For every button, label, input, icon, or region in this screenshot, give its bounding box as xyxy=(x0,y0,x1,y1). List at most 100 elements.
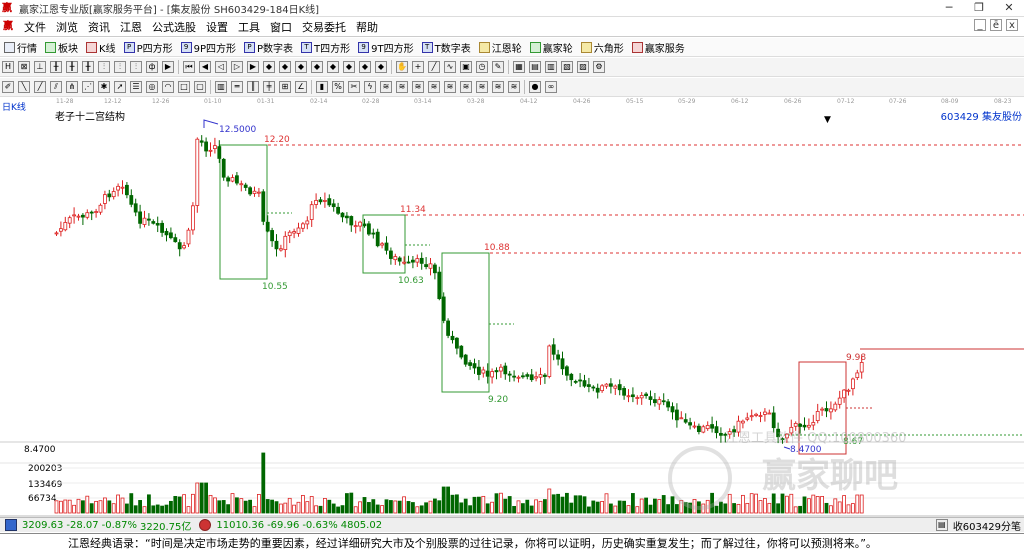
menu-window[interactable]: 窗口 xyxy=(265,18,297,37)
arrow-icon[interactable]: ➚ xyxy=(114,81,126,93)
diamond2-icon[interactable]: ◆ xyxy=(279,61,291,73)
scissor-icon[interactable]: ✂ xyxy=(348,81,360,93)
run-icon[interactable]: ⚙ xyxy=(593,61,605,73)
period-icon[interactable]: H xyxy=(2,61,14,73)
bars2-icon[interactable]: ⫶ xyxy=(114,61,126,73)
winner-wheel-button[interactable]: 赢家轮 xyxy=(526,40,577,55)
diamond1-icon[interactable]: ◆ xyxy=(263,61,275,73)
star-icon[interactable]: ✱ xyxy=(98,81,110,93)
candle-icon[interactable]: ⊥ xyxy=(34,61,46,73)
9t-square-button[interactable]: 9 9T四方形 xyxy=(354,40,417,55)
fib-icon[interactable]: ☰ xyxy=(130,81,142,93)
segment-icon[interactable]: ╲ xyxy=(18,81,30,93)
sh-index-segment[interactable]: 3209.63 -28.07 -0.87% 3220.75亿 xyxy=(0,518,194,533)
pattern-icon[interactable]: ⊠ xyxy=(18,61,30,73)
candle2-icon[interactable]: ╫ xyxy=(50,61,62,73)
t-number-table-button[interactable]: T T数字表 xyxy=(418,40,475,55)
prev-icon[interactable]: ◀ xyxy=(199,61,211,73)
winner-service-button[interactable]: 赢家服务 xyxy=(628,40,689,55)
gridline-icon[interactable]: ╪ xyxy=(263,81,275,93)
menu-settings[interactable]: 设置 xyxy=(201,18,233,37)
brush-icon[interactable]: ✐ xyxy=(2,81,14,93)
flag-icon[interactable]: ▶ xyxy=(162,61,174,73)
hline-icon[interactable]: ═ xyxy=(231,81,243,93)
square2-icon[interactable]: ▢ xyxy=(194,81,206,93)
restore-button[interactable]: ❐ xyxy=(964,0,994,16)
cross-icon[interactable]: + xyxy=(412,61,424,73)
menu-file[interactable]: 文件 xyxy=(19,18,51,37)
menu-gann[interactable]: 江恩 xyxy=(115,18,147,37)
bar-icon[interactable]: ▮ xyxy=(316,81,328,93)
save-icon[interactable]: ▤ xyxy=(529,61,541,73)
timer-icon[interactable]: ◷ xyxy=(476,61,488,73)
disk-icon[interactable]: ▥ xyxy=(545,61,557,73)
menu-info[interactable]: 资讯 xyxy=(83,18,115,37)
candle3-icon[interactable]: ╫ xyxy=(66,61,78,73)
menu-browse[interactable]: 浏览 xyxy=(51,18,83,37)
square-icon[interactable]: □ xyxy=(178,81,190,93)
bars-icon[interactable]: ⫶ xyxy=(98,61,110,73)
mdi-minimize-button[interactable]: _ xyxy=(974,19,986,31)
diamond5-icon[interactable]: ◆ xyxy=(327,61,339,73)
t-square-button[interactable]: T T四方形 xyxy=(297,40,354,55)
sz-index-segment[interactable]: 11010.36 -69.96 -0.63% 4805.02 xyxy=(194,519,385,531)
percent-icon[interactable]: % xyxy=(332,81,344,93)
bars3-icon[interactable]: ⫶ xyxy=(130,61,142,73)
diamond6-icon[interactable]: ◆ xyxy=(343,61,355,73)
lines-icon[interactable]: ≋ xyxy=(380,81,392,93)
dropdown-arrow-icon[interactable]: ▼ xyxy=(824,115,831,125)
hexagon-button[interactable]: 六角形 xyxy=(577,40,628,55)
gann-wheel-button[interactable]: 江恩轮 xyxy=(475,40,526,55)
table-icon[interactable]: ▦ xyxy=(513,61,525,73)
mdi-restore-button[interactable]: ē xyxy=(990,19,1002,31)
close-button[interactable]: ✕ xyxy=(994,0,1024,16)
infinity-icon[interactable]: ∞ xyxy=(545,81,557,93)
print-icon[interactable]: ▧ xyxy=(561,61,573,73)
lines6-icon[interactable]: ≋ xyxy=(460,81,472,93)
edit-icon[interactable]: ✎ xyxy=(492,61,504,73)
diamond8-icon[interactable]: ◆ xyxy=(375,61,387,73)
menu-formula[interactable]: 公式选股 xyxy=(147,18,201,37)
next-icon[interactable]: ▶ xyxy=(247,61,259,73)
color-icon[interactable]: ● xyxy=(529,81,541,93)
kline-button[interactable]: K线 xyxy=(82,40,120,55)
diamond7-icon[interactable]: ◆ xyxy=(359,61,371,73)
gift-icon[interactable]: ▣ xyxy=(460,61,472,73)
lines4-icon[interactable]: ≋ xyxy=(428,81,440,93)
hand-icon[interactable]: ✋ xyxy=(396,61,408,73)
menu-trade[interactable]: 交易委托 xyxy=(297,18,351,37)
sqline-icon[interactable]: ⊞ xyxy=(279,81,291,93)
wave-icon[interactable]: ∿ xyxy=(444,61,456,73)
minimize-button[interactable]: ─ xyxy=(934,0,964,16)
lines7-icon[interactable]: ≋ xyxy=(476,81,488,93)
diamond3-icon[interactable]: ◆ xyxy=(295,61,307,73)
quotes-button[interactable]: 行情 xyxy=(0,40,41,55)
menu-tools[interactable]: 工具 xyxy=(233,18,265,37)
ray-icon[interactable]: ╱ xyxy=(34,81,46,93)
lines3-icon[interactable]: ≋ xyxy=(412,81,424,93)
channel-icon[interactable]: ⫽ xyxy=(50,81,62,93)
gann-angle-icon[interactable]: ∠ xyxy=(295,81,307,93)
lines5-icon[interactable]: ≋ xyxy=(444,81,456,93)
menu-help[interactable]: 帮助 xyxy=(351,18,383,37)
left-icon[interactable]: ◁ xyxy=(215,61,227,73)
p-square-button[interactable]: P P四方形 xyxy=(120,40,177,55)
lines8-icon[interactable]: ≋ xyxy=(492,81,504,93)
first-icon[interactable]: ⏮ xyxy=(183,61,195,73)
sector-button[interactable]: 板块 xyxy=(41,40,82,55)
mdi-close-button[interactable]: x xyxy=(1006,19,1018,31)
fork-icon[interactable]: ⋔ xyxy=(66,81,78,93)
candle4-icon[interactable]: ╫ xyxy=(82,61,94,73)
cols-icon[interactable]: ▥ xyxy=(215,81,227,93)
tick-data-label[interactable]: 收603429分笔 xyxy=(953,518,1021,533)
9p-square-button[interactable]: 9 9P四方形 xyxy=(177,40,240,55)
fan-icon[interactable]: ⋰ xyxy=(82,81,94,93)
arc-icon[interactable]: ◠ xyxy=(162,81,174,93)
export-icon[interactable]: ▨ xyxy=(577,61,589,73)
ellipse-icon[interactable]: ◎ xyxy=(146,81,158,93)
line-icon[interactable]: ╱ xyxy=(428,61,440,73)
right-icon[interactable]: ▷ xyxy=(231,61,243,73)
indicator-icon[interactable]: ф xyxy=(146,61,158,73)
bolt-icon[interactable]: ϟ xyxy=(364,81,376,93)
p-number-table-button[interactable]: P P数字表 xyxy=(240,40,297,55)
